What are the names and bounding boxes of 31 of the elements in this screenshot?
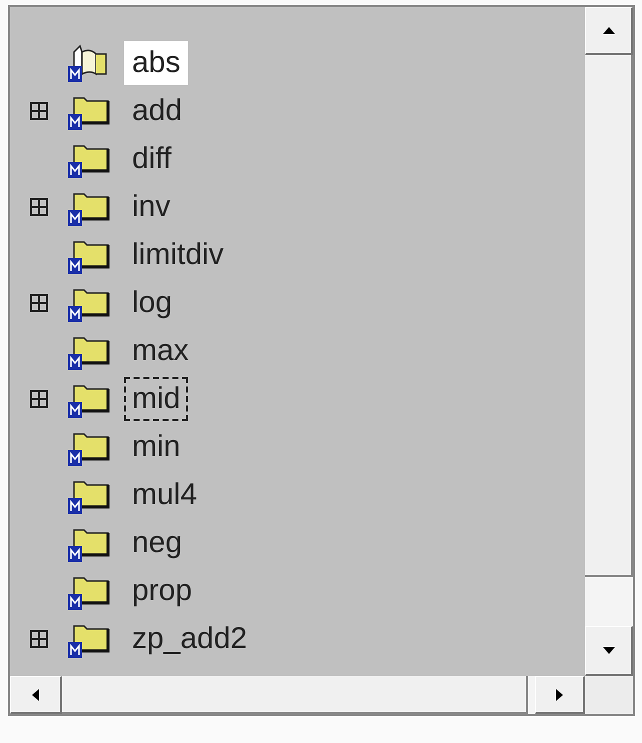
tree-item[interactable]: min	[124, 425, 188, 469]
horizontal-scrollbar[interactable]	[10, 676, 585, 714]
tree-item[interactable]: log	[124, 281, 180, 325]
scroll-right-button[interactable]	[535, 676, 585, 714]
tree-item[interactable]: inv	[124, 185, 178, 229]
tree-item[interactable]: diff	[124, 137, 180, 181]
right-arrow-icon	[556, 688, 563, 700]
up-arrow-icon	[602, 27, 614, 34]
down-arrow-icon	[602, 647, 614, 654]
tree-item[interactable]: add	[124, 89, 190, 133]
expand-box-icon[interactable]	[30, 102, 48, 120]
tree-item[interactable]: limitdiv	[124, 233, 232, 277]
tree-item[interactable]: zp_add2	[124, 617, 256, 661]
scroll-thumb[interactable]	[585, 55, 633, 577]
tree-item[interactable]: abs	[124, 41, 188, 85]
scrollbar-corner	[585, 676, 633, 714]
vertical-scrollbar[interactable]	[585, 7, 633, 676]
tree-item[interactable]: prop	[124, 569, 200, 613]
scroll-left-button[interactable]	[10, 676, 62, 714]
tree-item[interactable]: mul4	[124, 473, 206, 517]
expand-box-icon[interactable]	[30, 630, 48, 648]
left-arrow-icon	[32, 688, 39, 700]
scroll-down-button[interactable]	[585, 626, 633, 676]
tree-item[interactable]: mid	[124, 377, 188, 421]
expand-box-icon[interactable]	[30, 294, 48, 312]
expand-box-icon[interactable]	[30, 390, 48, 408]
tree-item[interactable]: max	[124, 329, 197, 373]
scroll-up-button[interactable]	[585, 7, 633, 55]
scroll-thumb[interactable]	[62, 676, 528, 714]
expand-box-icon[interactable]	[30, 198, 48, 216]
tree-item[interactable]: neg	[124, 521, 190, 565]
